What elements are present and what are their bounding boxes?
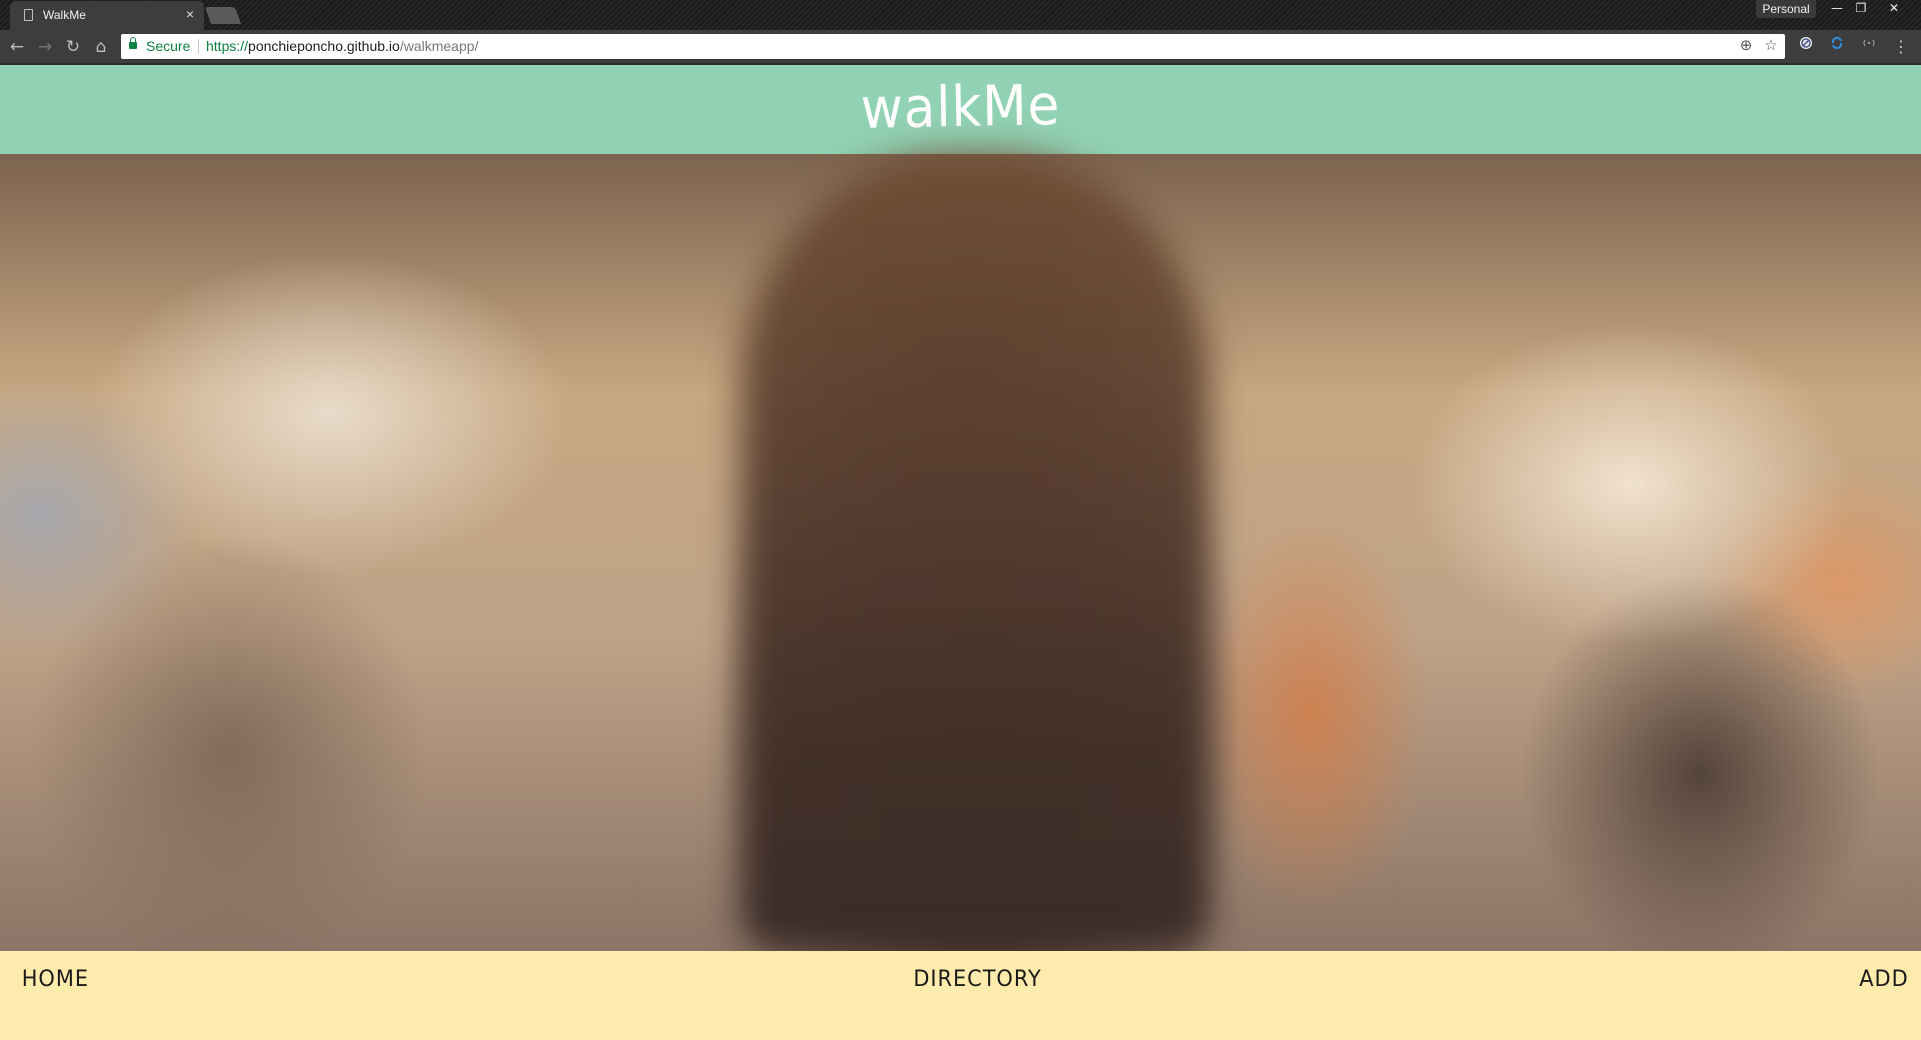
nav-add-link[interactable]: ADD <box>1859 967 1908 992</box>
browser-tab[interactable]: WalkMe × <box>10 1 204 30</box>
close-window-icon[interactable]: ✕ <box>1880 0 1908 18</box>
back-icon[interactable]: ← <box>6 36 28 58</box>
hero-background-image <box>0 154 1921 951</box>
restore-icon[interactable]: ❐ <box>1847 0 1875 18</box>
address-bar[interactable]: Secure https://ponchieponcho.github.io/w… <box>121 34 1785 59</box>
url-path: /walkmeapp/ <box>399 38 479 54</box>
browser-titlebar: WalkMe × Personal — ❐ ✕ <box>0 0 1921 30</box>
new-tab-button[interactable] <box>204 7 242 24</box>
url-host: ponchieponcho.github.io <box>248 38 400 54</box>
secure-label[interactable]: Secure <box>146 38 190 54</box>
site-header: walkMe <box>0 65 1921 154</box>
forward-icon[interactable]: → <box>34 36 56 58</box>
nav-home-link[interactable]: HOME <box>22 967 89 992</box>
tab-close-icon[interactable]: × <box>186 6 194 22</box>
site-logo[interactable]: walkMe <box>860 73 1061 142</box>
bottom-nav: HOME DIRECTORY ADD <box>0 951 1921 1040</box>
profile-button[interactable]: Personal <box>1756 0 1816 18</box>
nav-directory-link[interactable]: DIRECTORY <box>913 967 1041 992</box>
home-icon[interactable]: ⌂ <box>90 36 112 58</box>
lock-icon <box>129 37 137 49</box>
hero-blurred-figure <box>740 154 1210 951</box>
extension-block-icon[interactable] <box>1795 36 1817 58</box>
page-viewport: walkMe HOME DIRECTORY ADD <box>0 63 1921 1040</box>
reload-icon[interactable]: ↻ <box>62 36 84 58</box>
location-icon[interactable]: ⊕ <box>1737 37 1755 55</box>
url-text[interactable]: https://ponchieponcho.github.io/walkmeap… <box>206 38 478 54</box>
extension-sync-icon[interactable] <box>1826 36 1848 58</box>
browser-toolbar: ← → ↻ ⌂ Secure https://ponchieponcho.git… <box>0 30 1921 63</box>
tab-title: WalkMe <box>43 8 86 22</box>
extension-cast-icon[interactable] <box>1858 36 1880 58</box>
url-scheme: https:// <box>206 38 249 54</box>
omnibox-divider <box>198 39 199 54</box>
browser-menu-icon[interactable]: ⋮ <box>1890 36 1912 58</box>
page-icon <box>24 9 33 21</box>
bookmark-star-icon[interactable]: ☆ <box>1762 37 1780 55</box>
